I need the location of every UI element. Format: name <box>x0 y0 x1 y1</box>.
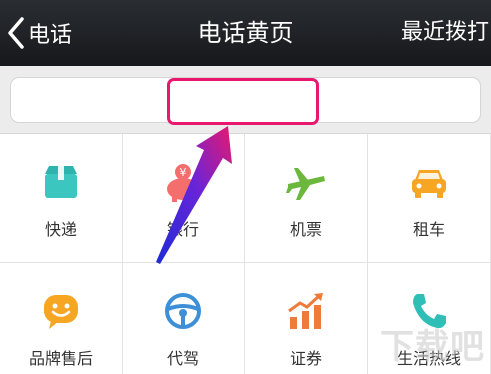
recent-calls-button[interactable]: 最近拨打 <box>401 14 489 52</box>
category-express[interactable]: 快递 <box>0 134 123 263</box>
category-label: 代驾 <box>166 349 199 368</box>
category-bank[interactable]: ¥ 银行 <box>122 134 245 263</box>
stock-chart-icon <box>286 291 326 331</box>
category-flights[interactable]: 机票 <box>245 134 368 263</box>
steering-wheel-icon <box>163 291 203 331</box>
category-brand-service[interactable]: 品牌售后 <box>0 263 123 374</box>
category-label: 证券 <box>289 349 322 368</box>
category-label: 品牌售后 <box>28 349 93 368</box>
category-designated-driver[interactable]: 代驾 <box>122 263 245 374</box>
category-label: 快递 <box>44 220 77 239</box>
car-icon <box>409 162 449 202</box>
category-label: 机票 <box>289 220 322 239</box>
navigation-bar: 电话 电话黄页 最近拨打 <box>0 0 491 66</box>
category-securities[interactable]: 证券 <box>245 263 368 374</box>
svg-text:¥: ¥ <box>180 166 187 179</box>
category-car-rental[interactable]: 租车 <box>368 134 491 263</box>
package-icon <box>41 162 81 202</box>
smiley-chat-icon <box>41 291 81 331</box>
highlight-annotation <box>167 78 319 125</box>
watermark-text: 下载吧 <box>380 327 485 367</box>
piggy-bank-icon: ¥ <box>163 162 203 202</box>
category-label: 银行 <box>166 220 199 239</box>
watermark-logo: 下载吧 <box>380 319 485 368</box>
category-label: 租车 <box>412 220 445 239</box>
airplane-icon <box>286 162 326 202</box>
